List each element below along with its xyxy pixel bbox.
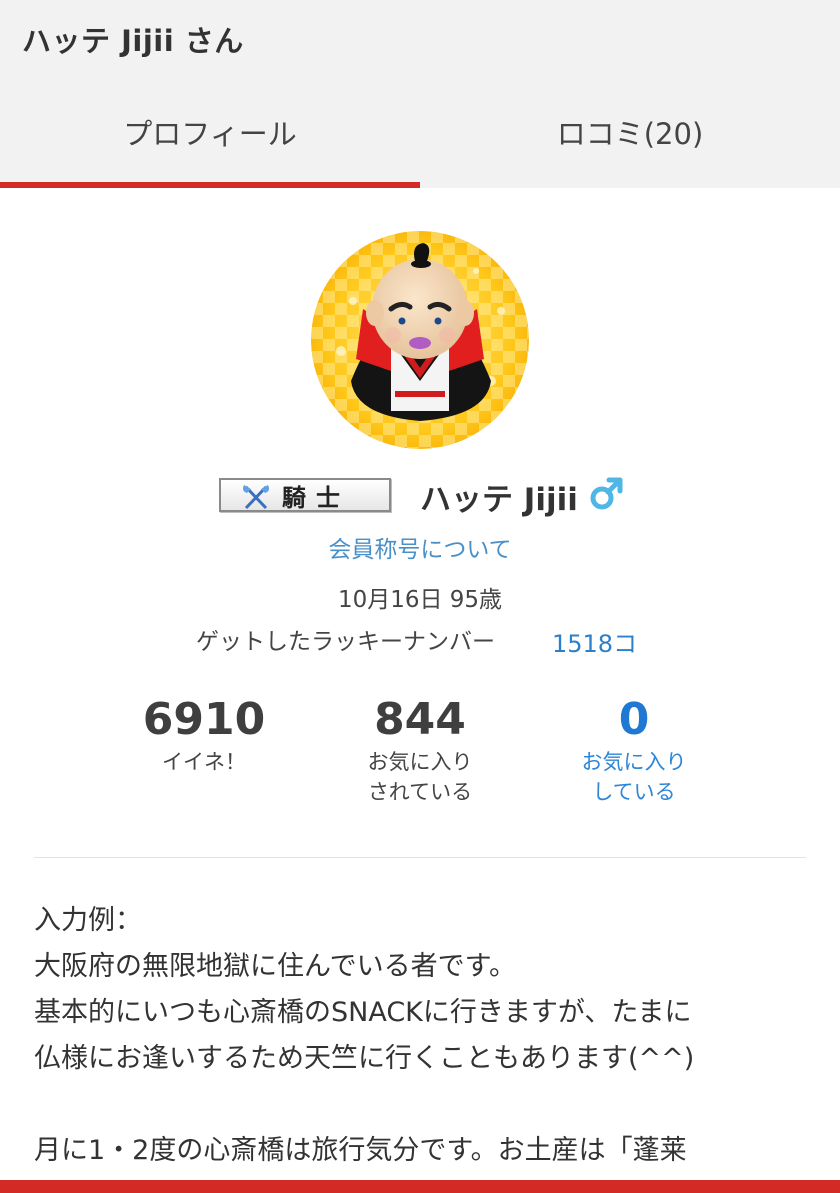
likes-label: イイネ！ bbox=[162, 750, 246, 774]
page-title: ハッテ Jijii さん bbox=[22, 24, 244, 58]
bio-line: 月に1・2度の心斎橋は旅行気分です。お土産は「蓬莱 bbox=[34, 1135, 687, 1166]
bio-line: 基本的にいつも心斎橋のSNACKに行きますが、たまに bbox=[34, 997, 692, 1028]
favorited-count: 844 bbox=[374, 694, 466, 745]
stat-favoriting[interactable]: 0 お気に入り している bbox=[534, 692, 734, 808]
favorited-label-line2: されている bbox=[367, 780, 473, 804]
bottom-accent-bar bbox=[0, 1180, 840, 1193]
bio-line: 入力例： bbox=[34, 905, 142, 936]
bio-line: 仏様にお逢いするため天竺に行くこともあります(^^) bbox=[34, 1043, 695, 1074]
rank-badge: 騎士 bbox=[219, 478, 391, 512]
male-symbol-icon bbox=[590, 477, 623, 510]
bio-blank-line bbox=[34, 1082, 814, 1128]
avatar-image bbox=[311, 231, 529, 449]
lucky-number-value[interactable]: 1518コ bbox=[552, 624, 637, 659]
tab-reviews-label: ロコミ(20) bbox=[556, 117, 704, 151]
tab-reviews[interactable]: ロコミ(20) bbox=[420, 88, 840, 188]
stat-likes: 6910 イイネ！ bbox=[104, 692, 304, 778]
member-title-link[interactable]: 会員称号について bbox=[0, 530, 840, 564]
favoriting-label-line2[interactable]: している bbox=[534, 776, 734, 808]
avatar bbox=[311, 231, 529, 449]
tab-profile-label: プロフィール bbox=[123, 117, 297, 151]
likes-count: 6910 bbox=[142, 694, 266, 745]
stat-favorited: 844 お気に入り されている bbox=[320, 692, 520, 808]
tab-profile[interactable]: プロフィール bbox=[0, 88, 420, 188]
profile-name-row: 騎士 ハッテ Jijii bbox=[0, 470, 840, 520]
favoriting-label-line1[interactable]: お気に入り bbox=[534, 746, 734, 778]
bio-line: 大阪府の無限地獄に住んでいる者です。 bbox=[34, 951, 516, 982]
section-divider bbox=[34, 857, 806, 858]
rank-label: 騎士 bbox=[282, 482, 350, 512]
tab-bar: プロフィール ロコミ(20) bbox=[0, 88, 840, 188]
lucky-number-label: ゲットしたラッキーナンバー bbox=[196, 629, 495, 655]
profile-bio: 入力例： 大阪府の無限地獄に住んでいる者です。 基本的にいつも心斎橋のSNACK… bbox=[34, 898, 814, 1174]
user-name: ハッテ Jijii bbox=[420, 482, 578, 518]
favorited-label-line1: お気に入り bbox=[367, 750, 473, 774]
page-header: ハッテ Jijii さん プロフィール ロコミ(20) bbox=[0, 0, 840, 188]
birthday-age: 10月16日 95歳 bbox=[337, 587, 503, 613]
crossed-axes-icon bbox=[243, 485, 269, 510]
favoriting-count[interactable]: 0 bbox=[534, 692, 734, 748]
